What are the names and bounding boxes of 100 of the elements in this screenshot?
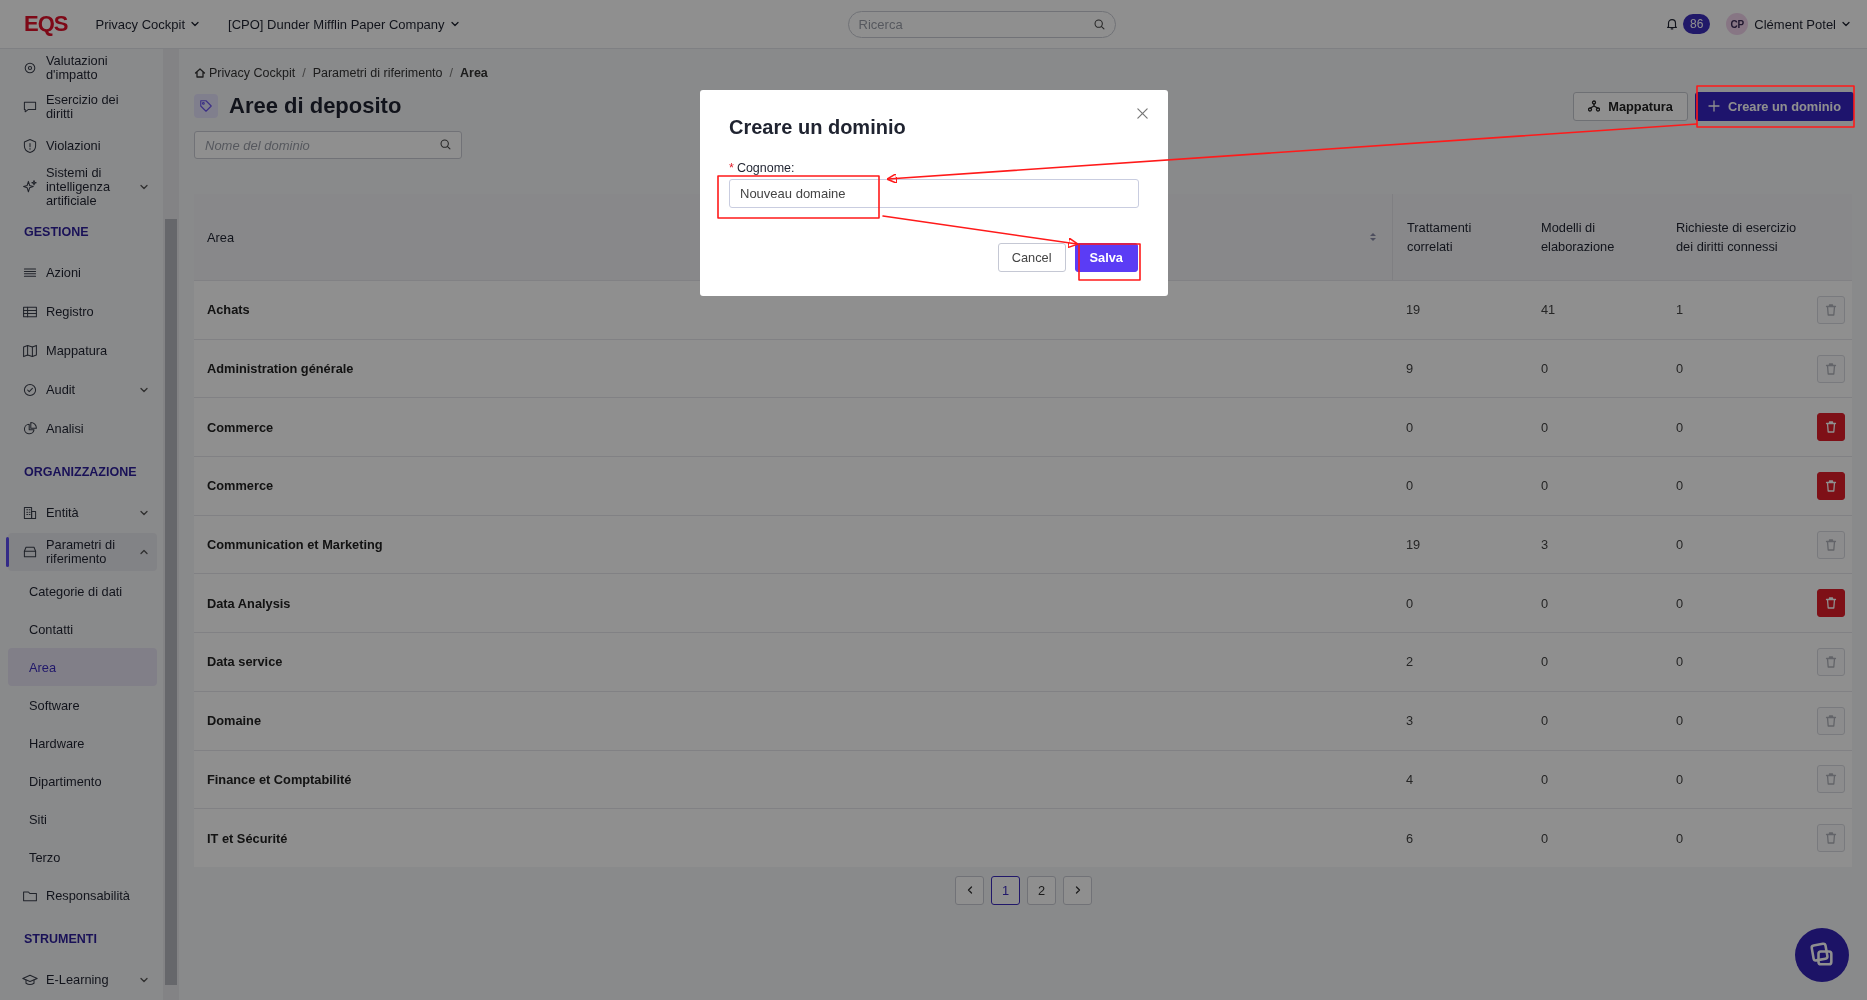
domain-search-field[interactable]: Nome del dominio xyxy=(194,131,462,159)
column-header: Trattamenti correlati xyxy=(1407,219,1473,256)
plus-icon xyxy=(1707,100,1720,112)
company-menu[interactable]: [CPO] Dunder Mifflin Paper Company xyxy=(228,16,460,32)
sidebar-item[interactable]: Mappatura xyxy=(8,332,157,370)
search-field[interactable]: Ricerca xyxy=(847,10,1116,38)
sidebar-subitem[interactable]: Software xyxy=(8,686,157,724)
table-cell: 0 xyxy=(1541,478,1549,494)
trash-icon xyxy=(1824,478,1838,493)
trash-icon xyxy=(1824,654,1838,669)
table-cell: 0 xyxy=(1541,771,1549,787)
table-cell: 0 xyxy=(1676,419,1684,435)
delete-button[interactable] xyxy=(1817,589,1845,618)
map-icon xyxy=(22,343,38,359)
sidebar-item[interactable]: Registro xyxy=(8,293,157,331)
name-input-field[interactable]: Nouveau domaine xyxy=(729,179,1139,208)
logo[interactable]: EQS xyxy=(24,11,68,37)
tag-icon xyxy=(194,94,218,118)
sidebar-item[interactable]: Violazioni xyxy=(8,127,157,165)
sidebar-item[interactable]: Analisi xyxy=(8,410,157,448)
sidebar-subitem[interactable]: Siti xyxy=(8,800,157,838)
search-icon xyxy=(1092,17,1106,31)
trash-icon xyxy=(1824,772,1838,787)
trash-icon xyxy=(1824,420,1838,435)
trash-icon xyxy=(1824,596,1838,611)
breadcrumb-separator: / xyxy=(449,66,453,80)
drawer-icon xyxy=(22,544,38,560)
graduation-cap-icon xyxy=(22,972,38,988)
delete-button[interactable] xyxy=(1817,471,1845,500)
sidebar-subitem[interactable]: Terzo xyxy=(8,838,157,876)
pie-chart-icon xyxy=(22,421,38,437)
chevron-down-icon xyxy=(139,182,149,192)
scrollbar[interactable] xyxy=(163,49,179,1000)
bell-icon[interactable] xyxy=(1665,17,1679,31)
delete-button[interactable] xyxy=(1817,413,1845,442)
sidebar-item[interactable]: Sistemi di intelligenza artificiale xyxy=(8,166,157,208)
table-cell: 0 xyxy=(1406,478,1414,494)
sidebar-item[interactable]: E-Learning xyxy=(8,961,157,999)
table-cell: 0 xyxy=(1406,595,1414,611)
sort-icon[interactable] xyxy=(1369,231,1377,243)
table-cell: 0 xyxy=(1541,361,1549,377)
table-cell: Finance et Comptabilité xyxy=(207,771,352,787)
section-heading: STRUMENTI xyxy=(23,931,98,948)
sidebar-subitem[interactable]: Dipartimento xyxy=(8,762,157,800)
table-cell: 0 xyxy=(1541,830,1549,846)
breadcrumb-link[interactable]: Parametri di riferimento xyxy=(312,66,443,80)
table-cell: 4 xyxy=(1406,771,1414,787)
column-header[interactable]: Area xyxy=(207,227,235,247)
cancel-button[interactable]: Cancel xyxy=(997,243,1066,272)
trash-icon xyxy=(1824,537,1838,552)
sidebar-item[interactable]: Entità xyxy=(8,494,157,532)
table-cell: Achats xyxy=(207,302,250,318)
table-cell: 0 xyxy=(1541,419,1549,435)
close-icon[interactable] xyxy=(1136,107,1149,120)
shield-icon xyxy=(22,138,38,154)
chat-icon xyxy=(22,99,38,115)
table-cell: 0 xyxy=(1676,478,1684,494)
section-heading: ORGANIZZAZIONE xyxy=(23,464,138,481)
table-cell: Communication et Marketing xyxy=(207,537,383,553)
map-button[interactable]: Mappatura xyxy=(1573,91,1688,121)
trash-icon xyxy=(1824,713,1838,728)
product-menu[interactable]: Privacy Cockpit xyxy=(95,16,201,32)
page-button[interactable]: 2 xyxy=(1027,875,1056,905)
table-cell: 6 xyxy=(1406,830,1414,846)
breadcrumb-link[interactable]: Privacy Cockpit xyxy=(209,66,296,80)
sidebar-item[interactable]: Valutazioni d'impatto xyxy=(8,49,157,87)
building-icon xyxy=(22,505,38,521)
save-button[interactable]: Salva xyxy=(1074,243,1138,272)
sidebar-subitem[interactable]: Contatti xyxy=(8,610,157,648)
user-menu[interactable]: Clément Potel xyxy=(1754,16,1851,32)
table-cell: 0 xyxy=(1676,595,1684,611)
sidebar-subitem[interactable]: Hardware xyxy=(8,724,157,762)
table-cell: 0 xyxy=(1676,713,1684,729)
sidebar-item[interactable]: Responsabilità xyxy=(8,877,157,915)
sidebar-item[interactable]: Esercizio dei diritti xyxy=(8,88,157,126)
page-button[interactable]: 1 xyxy=(991,875,1020,905)
table-cell: 2 xyxy=(1406,654,1414,670)
trash-icon xyxy=(1824,831,1838,846)
previous-page-button[interactable] xyxy=(955,875,984,905)
table-cell: 0 xyxy=(1676,654,1684,670)
chevron-down-icon xyxy=(1841,19,1851,29)
sidebar-subitem[interactable]: Area xyxy=(8,648,157,686)
table-icon xyxy=(22,304,38,320)
search-icon xyxy=(439,138,452,151)
sidebar-item[interactable]: Azioni xyxy=(8,254,157,292)
table-cell: 3 xyxy=(1541,537,1549,553)
user-avatar[interactable]: CP xyxy=(1726,13,1749,35)
table-cell: 0 xyxy=(1541,654,1549,670)
create-button[interactable]: Creare un dominio xyxy=(1694,91,1854,121)
trash-icon xyxy=(1824,302,1838,317)
table-cell: 19 xyxy=(1406,537,1421,553)
help-button[interactable] xyxy=(1795,928,1849,982)
help-icon xyxy=(1808,941,1836,969)
next-page-button[interactable] xyxy=(1063,875,1092,905)
table-cell: Commerce xyxy=(207,478,274,494)
table-cell: IT et Sécurité xyxy=(207,830,288,846)
sidebar-item[interactable]: Parametri di riferimento xyxy=(8,533,157,571)
sidebar-subitem[interactable]: Categorie di dati xyxy=(8,572,157,610)
table-cell: 0 xyxy=(1541,595,1549,611)
sidebar-item[interactable]: Audit xyxy=(8,371,157,409)
